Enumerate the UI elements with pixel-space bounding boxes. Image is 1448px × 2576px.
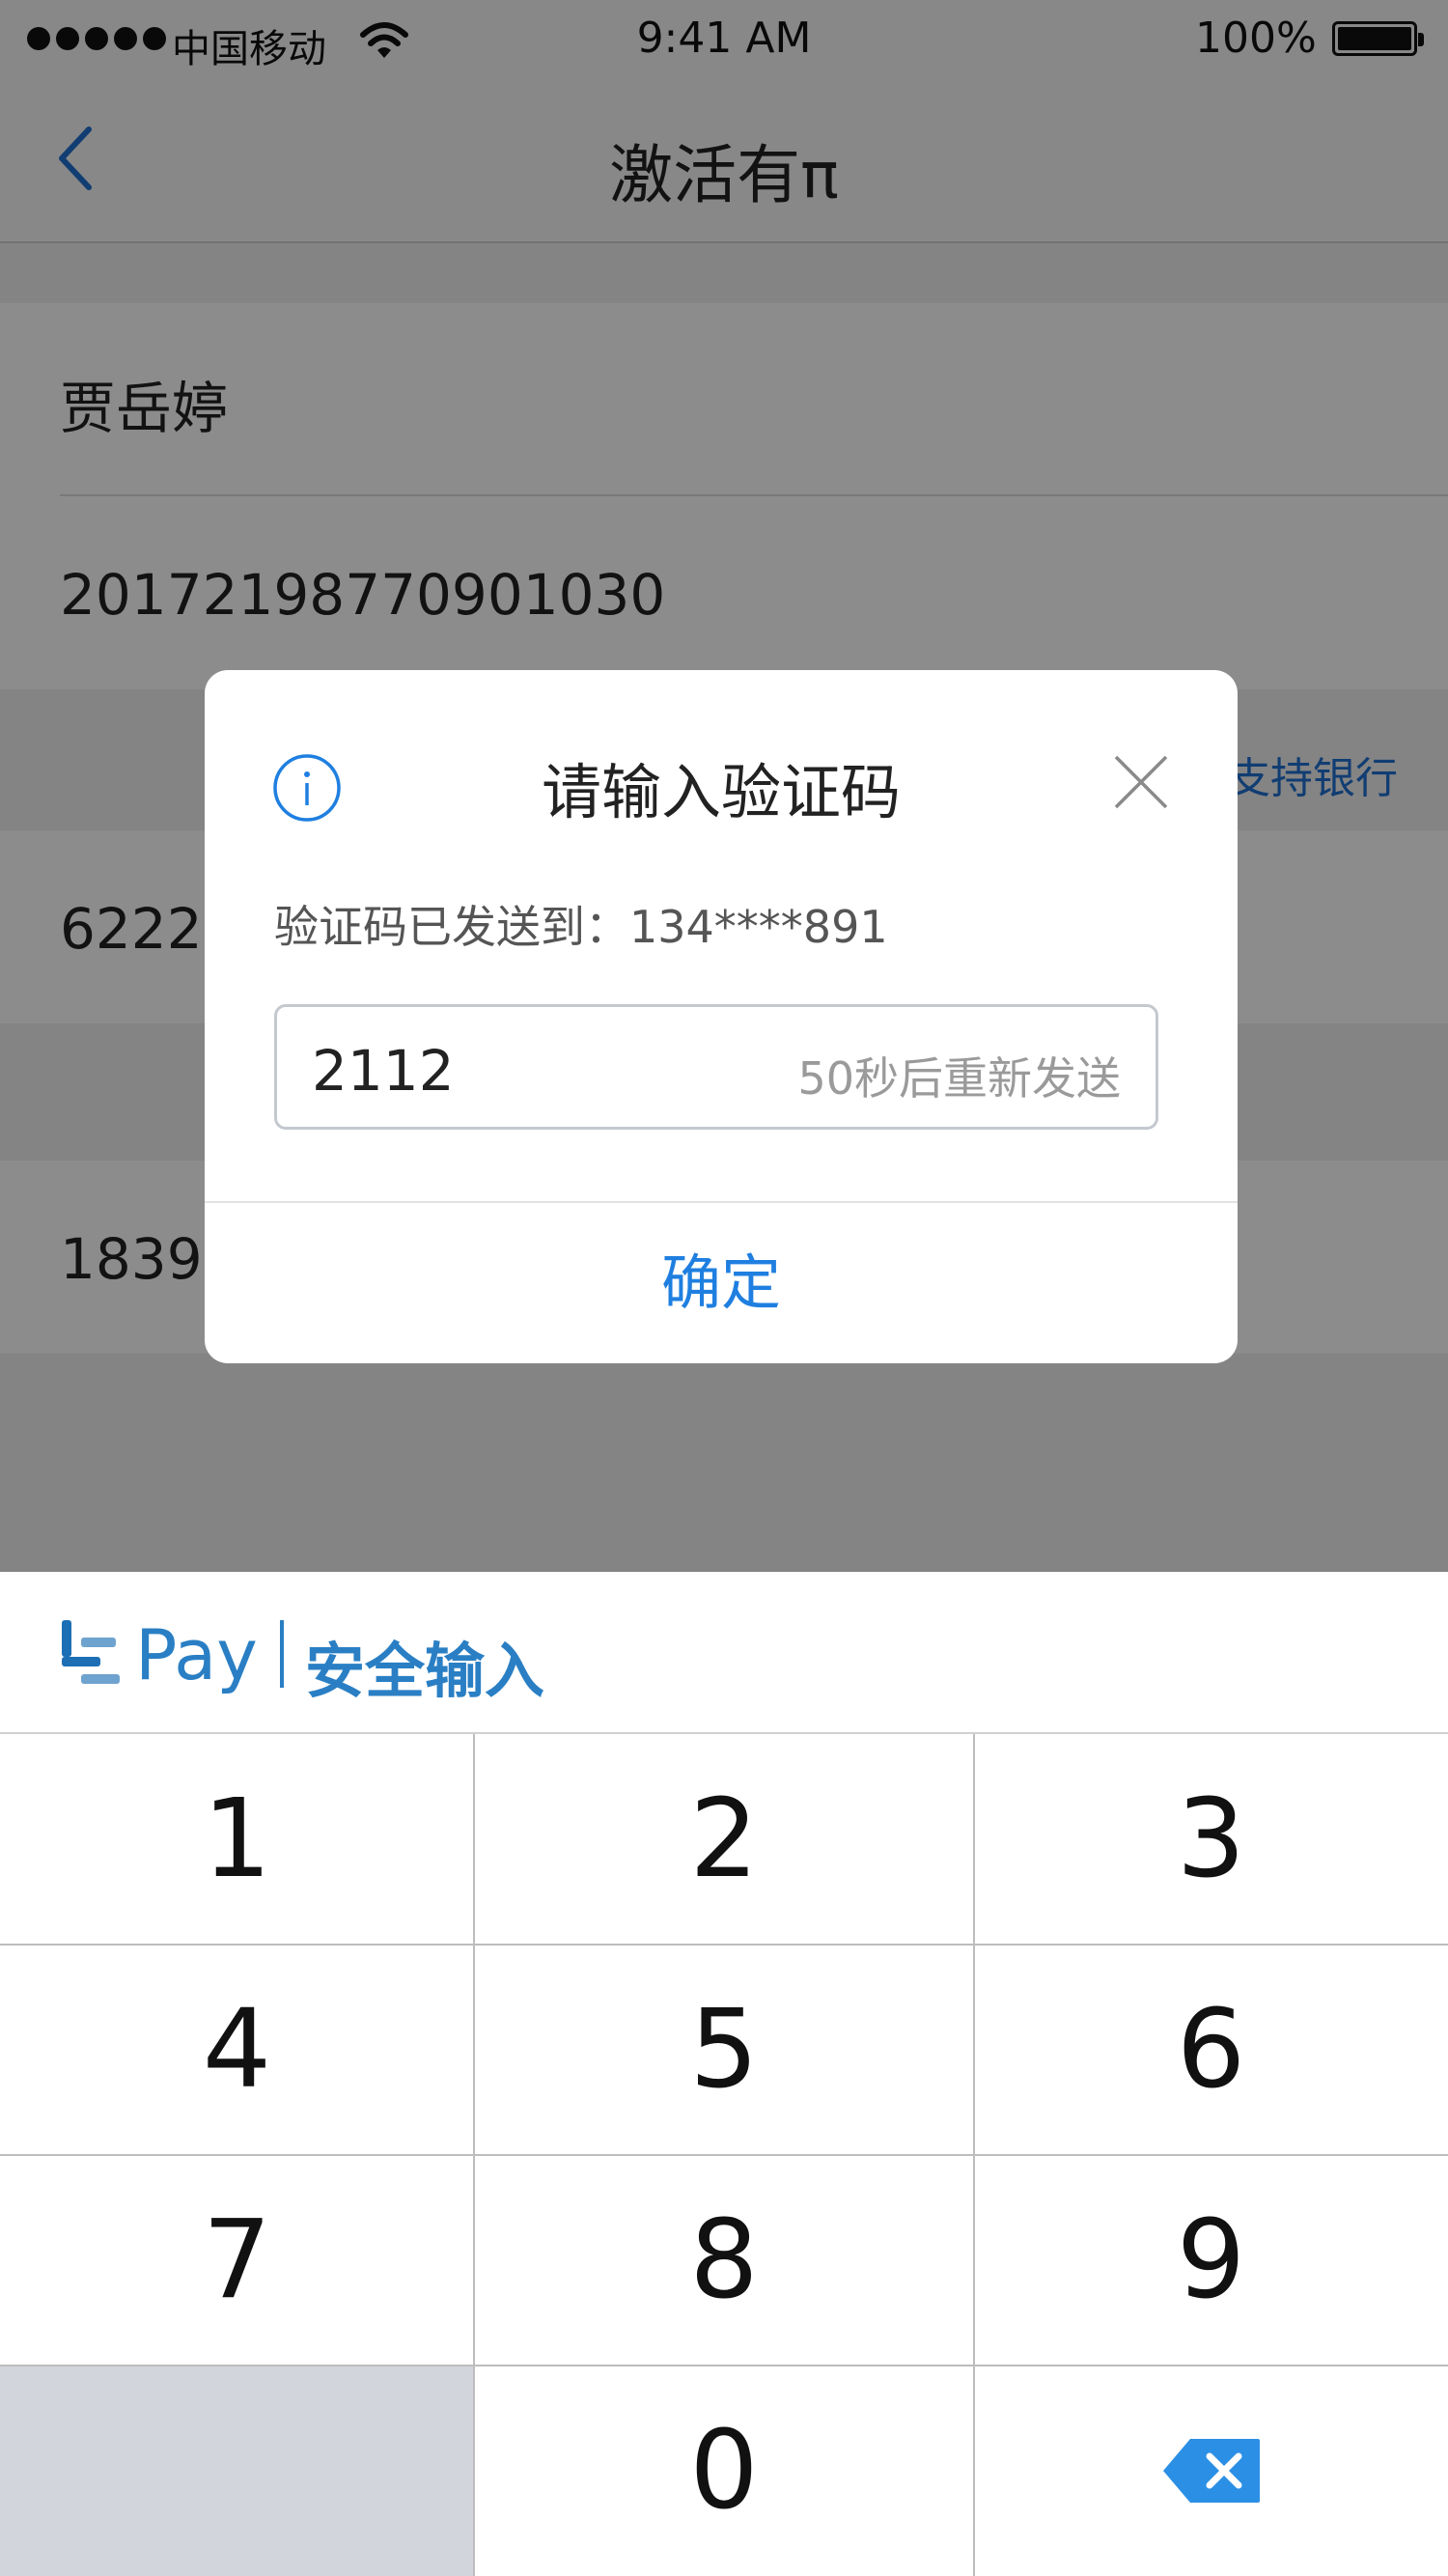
activation-page: 中国移动 9:41 AM 100% 激活有π 贾岳婷 2017219877090…: [0, 0, 1448, 2576]
secure-input-label: 安全输入: [305, 1636, 545, 1706]
key-8[interactable]: 8: [474, 2155, 974, 2366]
sent-to-label: 验证码已发送到：: [274, 901, 629, 953]
verification-code-input[interactable]: 2112 50秒后重新发送: [274, 1004, 1158, 1130]
key-1[interactable]: 1: [0, 1734, 474, 1945]
key-4[interactable]: 4: [0, 1945, 474, 2155]
resend-countdown[interactable]: 50秒后重新发送: [797, 1044, 1121, 1107]
pay-brand-text: Pay: [135, 1614, 258, 1695]
key-2[interactable]: 2: [474, 1734, 974, 1945]
backspace-icon: [1162, 2439, 1260, 2503]
keypad-grid-line: [0, 2154, 1448, 2156]
close-icon[interactable]: [1110, 751, 1172, 813]
confirm-button[interactable]: 确定: [205, 1203, 1238, 1363]
key-0[interactable]: 0: [474, 2366, 974, 2576]
numeric-keypad: 1 2 3 4 5 6 7 8 9 0: [0, 1734, 1448, 2576]
key-7[interactable]: 7: [0, 2155, 474, 2366]
keypad-grid-line: [0, 2365, 1448, 2366]
dialog-title: 请输入验证码: [541, 757, 901, 827]
verification-code-value: 2112: [312, 1038, 455, 1104]
key-9[interactable]: 9: [974, 2155, 1448, 2366]
key-blank: [0, 2366, 474, 2576]
masked-phone-number: 134****891: [629, 901, 888, 953]
lepay-logo: [62, 1620, 120, 1684]
verification-dialog: 请输入验证码 验证码已发送到：134****891 2112 50秒后重新发送 …: [205, 670, 1238, 1363]
keypad-grid-line: [0, 1944, 1448, 1946]
key-3[interactable]: 3: [974, 1734, 1448, 1945]
key-6[interactable]: 6: [974, 1945, 1448, 2155]
code-sent-message: 验证码已发送到：134****891: [274, 892, 888, 956]
key-5[interactable]: 5: [474, 1945, 974, 2155]
secure-keyboard-header: Pay 安全输入: [0, 1572, 1448, 1734]
brand-divider: [280, 1620, 284, 1688]
backspace-key[interactable]: [974, 2366, 1448, 2576]
